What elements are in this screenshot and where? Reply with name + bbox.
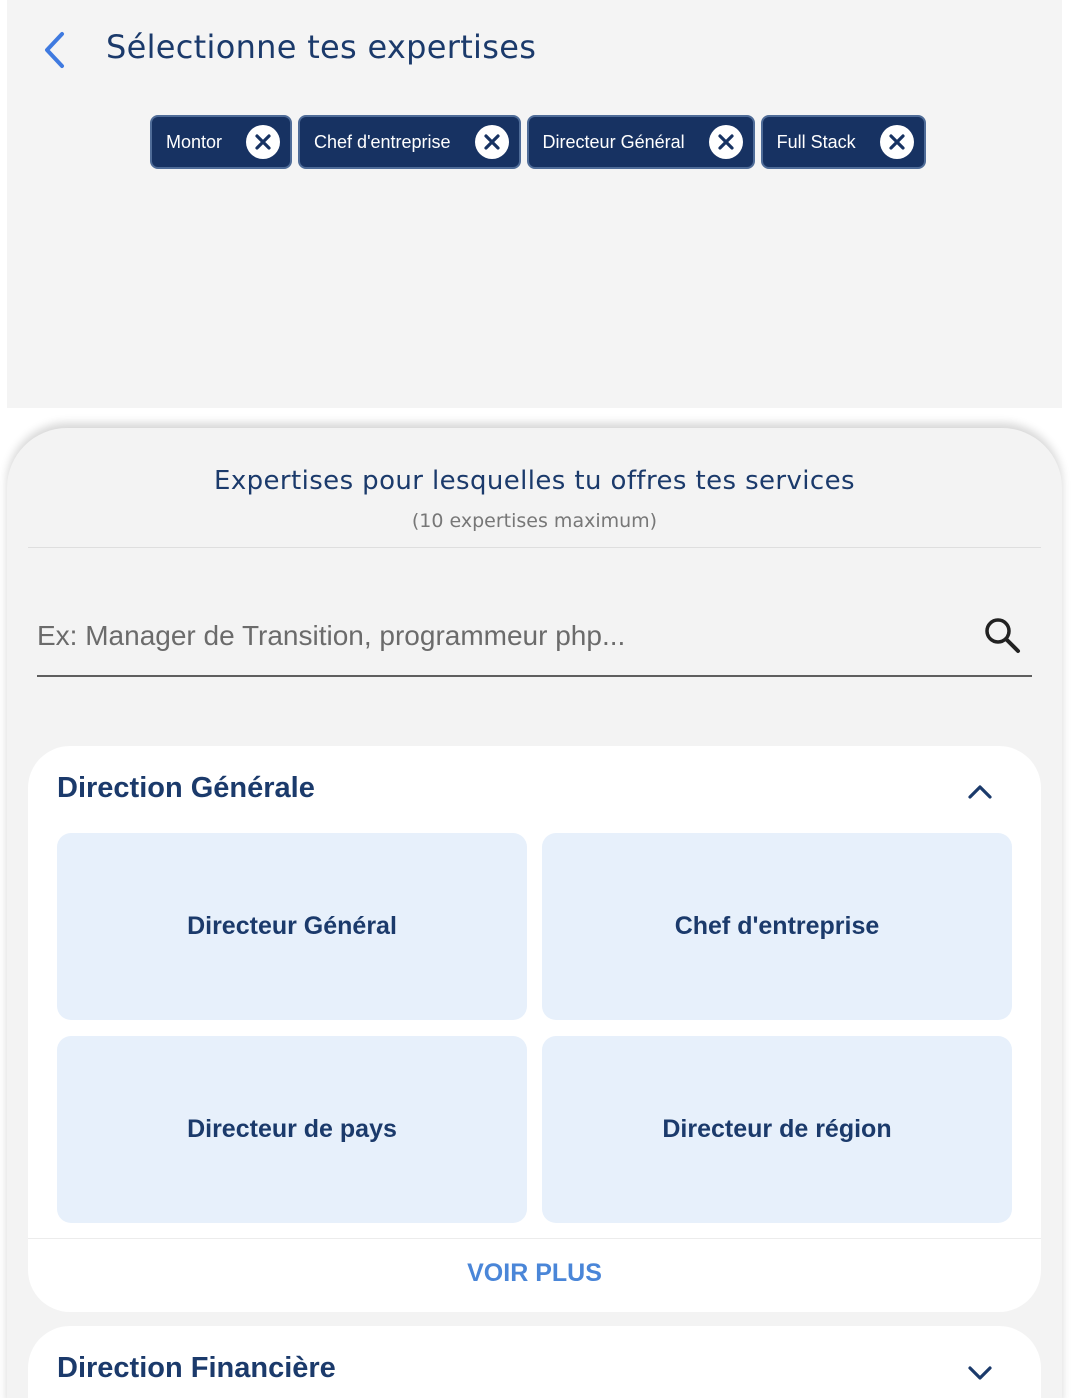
chip-chef-entreprise[interactable]: Chef d'entreprise xyxy=(298,115,521,169)
header-area: Sélectionne tes expertises Montor Chef d… xyxy=(7,0,1062,408)
close-icon[interactable] xyxy=(879,125,914,159)
search-input[interactable] xyxy=(37,611,957,661)
category-title: Direction Financière xyxy=(57,1352,336,1384)
chip-label: Chef d'entreprise xyxy=(314,131,451,152)
category-title: Direction Générale xyxy=(57,772,315,804)
chip-directeur-general[interactable]: Directeur Général xyxy=(526,115,755,169)
expertise-tile-directeur-region[interactable]: Directeur de région xyxy=(542,1036,1012,1223)
tile-label: Chef d'entreprise xyxy=(674,912,880,940)
category-card-direction-generale: Direction Générale Directeur Général Che… xyxy=(28,746,1041,1312)
close-icon[interactable] xyxy=(474,125,509,159)
chevron-up-icon[interactable] xyxy=(965,777,995,807)
expertise-tile-directeur-pays[interactable]: Directeur de pays xyxy=(57,1036,527,1223)
expertise-tile-directeur-general[interactable]: Directeur Général xyxy=(57,833,527,1020)
chevron-down-icon[interactable] xyxy=(965,1357,995,1387)
selected-chips: Montor Chef d'entreprise Directeur Génér… xyxy=(150,115,926,169)
category-header[interactable]: Direction Générale xyxy=(28,746,1041,832)
voir-plus-button[interactable]: VOIR PLUS xyxy=(28,1259,1041,1288)
divider xyxy=(28,547,1041,548)
category-header[interactable]: Direction Financière xyxy=(28,1326,1041,1398)
tile-label: Directeur de région xyxy=(662,1115,892,1143)
divider xyxy=(28,1238,1041,1239)
chip-label: Directeur Général xyxy=(542,131,685,152)
expertise-tile-chef-entreprise[interactable]: Chef d'entreprise xyxy=(542,833,1012,1020)
sheet-title: Expertises pour lesquelles tu offres tes… xyxy=(214,466,855,496)
page-title: Sélectionne tes expertises xyxy=(106,28,537,66)
close-icon[interactable] xyxy=(246,125,281,159)
tile-label: Directeur Général xyxy=(187,912,397,940)
bottom-sheet: Expertises pour lesquelles tu offres tes… xyxy=(7,428,1062,1398)
search-icon[interactable] xyxy=(982,615,1022,655)
close-icon[interactable] xyxy=(708,125,743,159)
category-card-direction-financiere: Direction Financière xyxy=(28,1326,1041,1398)
search-field xyxy=(37,603,1032,677)
chip-label: Full Stack xyxy=(776,131,856,152)
expertise-grid: Directeur Général Chef d'entreprise Dire… xyxy=(57,833,1013,1223)
tile-label: Directeur de pays xyxy=(187,1115,397,1143)
chip-full-stack[interactable]: Full Stack xyxy=(760,115,926,169)
back-button[interactable] xyxy=(35,28,75,72)
chip-montor[interactable]: Montor xyxy=(150,115,293,169)
chevron-left-icon xyxy=(45,32,64,68)
sheet-subtitle: (10 expertises maximum) xyxy=(411,510,658,532)
chip-label: Montor xyxy=(166,131,223,152)
